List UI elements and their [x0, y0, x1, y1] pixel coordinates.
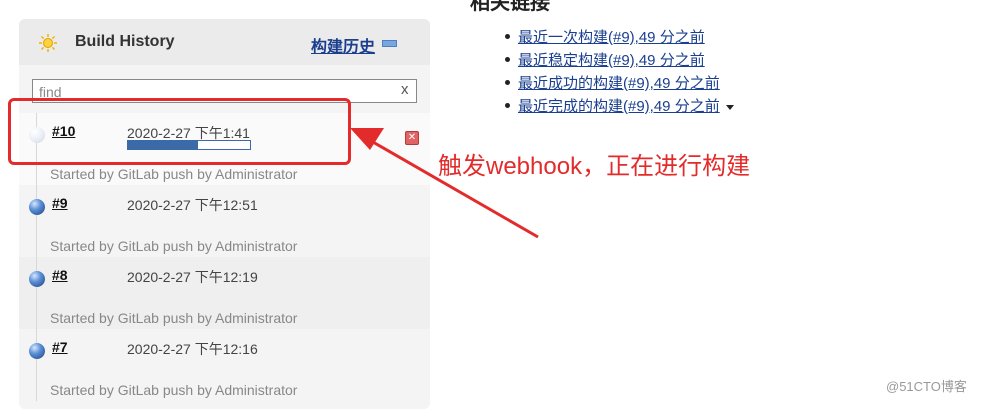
annotation-text: 触发webhook，正在进行构建: [438, 153, 751, 180]
annotation-arrow: [350, 128, 539, 239]
watermark: @51CTO博客: [886, 379, 967, 394]
